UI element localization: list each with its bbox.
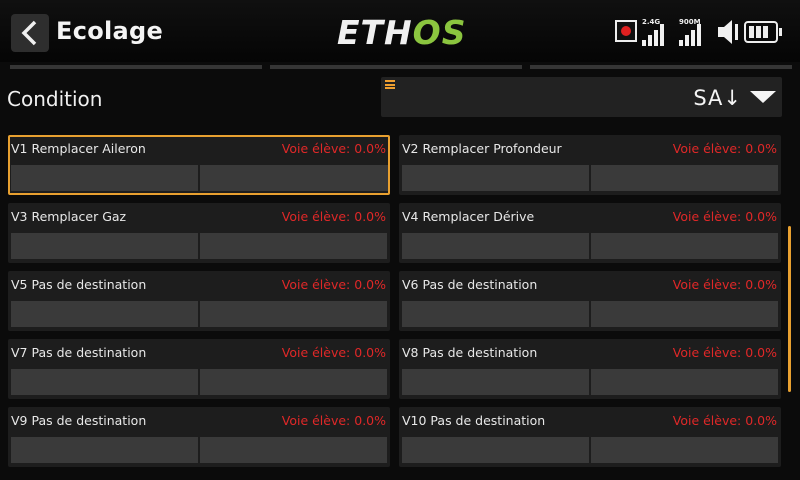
dropdown-arrow-icon — [750, 91, 776, 103]
channel-name: V3 Remplacer Gaz — [11, 209, 127, 224]
channel-field-left[interactable] — [402, 369, 589, 395]
condition-label: Condition — [7, 87, 103, 111]
channel-field-right[interactable] — [200, 369, 387, 395]
logo-accent: OS — [412, 13, 467, 52]
channel-status: Voie élève: 0.0% — [281, 413, 386, 428]
menu-icon — [385, 80, 395, 89]
channel-name: V7 Pas de destination — [11, 345, 147, 360]
signal-24-label: 2.4G — [642, 18, 661, 26]
channel-name: V1 Remplacer Aileron — [11, 141, 146, 156]
channel-status: Voie élève: 0.0% — [281, 345, 386, 360]
channel-status: Voie élève: 0.0% — [672, 277, 777, 292]
page-title: Ecolage — [56, 17, 164, 45]
ethos-logo: ETHOS — [337, 13, 467, 53]
channel-name: V2 Remplacer Profondeur — [402, 141, 562, 156]
channel-field-right[interactable] — [591, 301, 778, 327]
tab-indicator — [270, 65, 522, 69]
speaker-icon[interactable] — [716, 18, 742, 46]
channel-field-right[interactable] — [200, 301, 387, 327]
channel-card-v7[interactable]: V7 Pas de destination Voie élève: 0.0% — [8, 339, 390, 399]
channel-field-left[interactable] — [11, 437, 198, 463]
channel-status: Voie élève: 0.0% — [281, 209, 386, 224]
channel-card-v5[interactable]: V5 Pas de destination Voie élève: 0.0% — [8, 271, 390, 331]
channel-status: Voie élève: 0.0% — [672, 209, 777, 224]
channel-field-left[interactable] — [11, 301, 198, 327]
channel-name: V8 Pas de destination — [402, 345, 538, 360]
channel-field-right[interactable] — [200, 165, 388, 191]
channel-field-right[interactable] — [200, 233, 387, 259]
channel-field-left[interactable] — [11, 233, 198, 259]
channel-status: Voie élève: 0.0% — [281, 277, 386, 292]
channel-card-v9[interactable]: V9 Pas de destination Voie élève: 0.0% — [8, 407, 390, 467]
signal-icon: 2.4G — [642, 18, 668, 46]
channel-field-left[interactable] — [402, 233, 589, 259]
channel-field-right[interactable] — [591, 165, 778, 191]
channel-name: V6 Pas de destination — [402, 277, 538, 292]
channel-field-left[interactable] — [402, 437, 589, 463]
channel-field-left[interactable] — [11, 369, 198, 395]
channel-card-v1[interactable]: V1 Remplacer Aileron Voie élève: 0.0% — [8, 135, 390, 195]
channel-field-left[interactable] — [11, 165, 198, 191]
channel-field-right[interactable] — [200, 437, 387, 463]
channel-card-v6[interactable]: V6 Pas de destination Voie élève: 0.0% — [399, 271, 781, 331]
channel-name: V10 Pas de destination — [402, 413, 546, 428]
channel-status: Voie élève: 0.0% — [672, 345, 777, 360]
channel-card-v8[interactable]: V8 Pas de destination Voie élève: 0.0% — [399, 339, 781, 399]
channel-field-left[interactable] — [402, 301, 589, 327]
channel-card-v10[interactable]: V10 Pas de destination Voie élève: 0.0% — [399, 407, 781, 467]
back-button[interactable] — [11, 14, 49, 52]
back-arrow-icon — [21, 20, 37, 46]
channel-field-left[interactable] — [402, 165, 589, 191]
channel-name: V5 Pas de destination — [11, 277, 147, 292]
channel-status: Voie élève: 0.0% — [281, 141, 386, 156]
channel-name: V4 Remplacer Dérive — [402, 209, 535, 224]
tab-indicator — [10, 65, 262, 69]
scrollbar[interactable] — [788, 226, 791, 392]
channel-status: Voie élève: 0.0% — [672, 413, 777, 428]
channel-card-v2[interactable]: V2 Remplacer Profondeur Voie élève: 0.0% — [399, 135, 781, 195]
battery-icon — [744, 21, 782, 43]
channel-status: Voie élève: 0.0% — [672, 141, 777, 156]
signal-icon: 900M — [679, 18, 705, 46]
logo-main: ETH — [337, 13, 413, 52]
tab-indicator — [530, 65, 792, 69]
channel-field-right[interactable] — [591, 437, 778, 463]
channel-name: V9 Pas de destination — [11, 413, 147, 428]
channel-field-right[interactable] — [591, 233, 778, 259]
channel-field-right[interactable] — [591, 369, 778, 395]
record-icon[interactable] — [615, 20, 637, 42]
channel-card-v4[interactable]: V4 Remplacer Dérive Voie élève: 0.0% — [399, 203, 781, 263]
top-bar: Ecolage ETHOS 2.4G 900M — [0, 0, 800, 62]
condition-value: SA↓ — [693, 86, 742, 110]
channel-card-v3[interactable]: V3 Remplacer Gaz Voie élève: 0.0% — [8, 203, 390, 263]
